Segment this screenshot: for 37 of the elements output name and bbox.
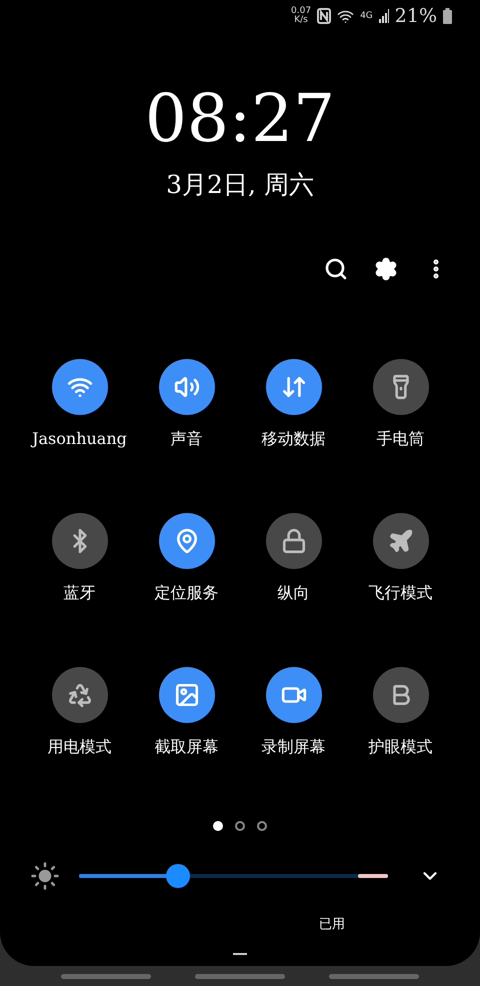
image-icon [174,682,200,708]
toggle-label: 声音 [170,429,202,449]
clock-date: 3月2日, 周六 [166,169,314,201]
battery-icon [443,8,452,24]
toggle-label: 用电模式 [48,737,112,757]
speed-unit: K/s [294,16,308,25]
toggle-label: 纵向 [278,583,310,603]
toggle-label: 护眼模式 [368,737,432,757]
slider-thumb[interactable] [166,864,190,888]
nfc-icon [317,8,332,24]
toggle-label: 蓝牙 [64,583,96,603]
signal-icon [378,9,389,23]
brightness-icon [30,861,60,891]
recycle-icon [66,682,92,708]
battery-percentage: 21% [394,5,437,27]
network-type: 4G [360,11,373,21]
arrows-icon [280,374,306,400]
high-brightness-zone [358,874,388,878]
clock-time: 08:27 [144,84,336,154]
page-indicator-dot[interactable] [235,821,245,831]
lock-icon [280,528,306,554]
search-icon[interactable] [324,257,348,281]
usage-text: 已用 [319,916,345,933]
toggle-label: 手电筒 [376,429,424,449]
toggle-label: 截取屏幕 [154,737,218,757]
toggle-label: 移动数据 [262,429,326,449]
page-indicator-dot[interactable] [213,821,223,831]
toggle-label: 录制屏幕 [262,737,326,757]
settings-icon[interactable] [374,257,398,281]
drag-handle[interactable] [233,953,247,955]
toggle-label: Jasonhuang [32,429,127,449]
page-indicator-dot[interactable] [257,821,267,831]
toggle-label: 飞行模式 [368,583,432,603]
airplane-icon [388,528,414,554]
toggle-label: 定位服务 [154,583,218,603]
speaker-icon [174,374,200,400]
network-speed: 0.07 [291,7,312,16]
